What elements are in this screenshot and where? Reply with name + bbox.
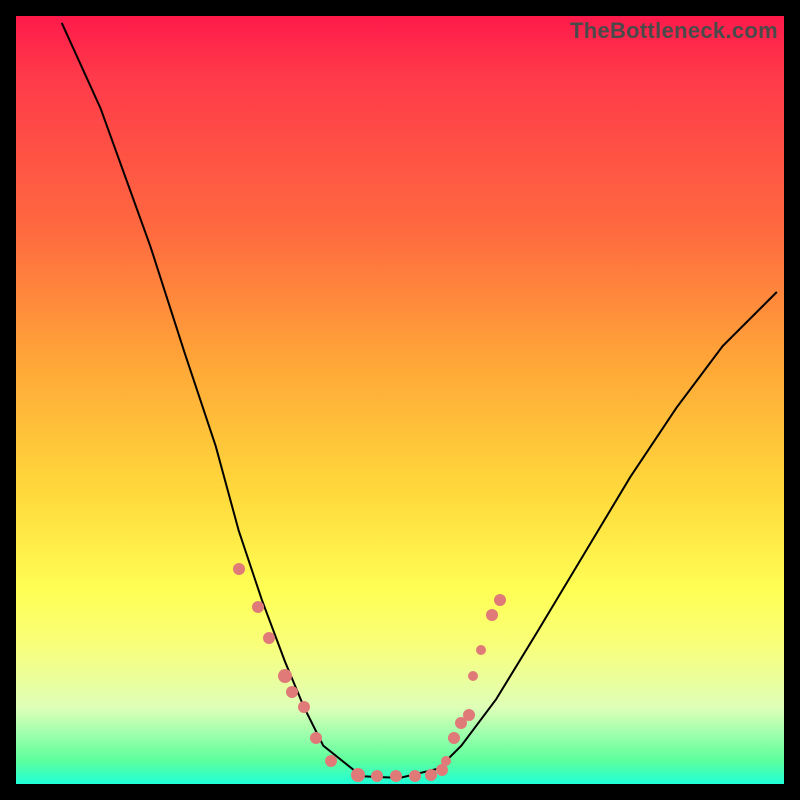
scatter-marker	[486, 609, 498, 621]
scatter-marker	[278, 669, 292, 683]
scatter-marker	[441, 756, 451, 766]
watermark-text: TheBottleneck.com	[570, 18, 778, 44]
scatter-marker	[468, 671, 478, 681]
scatter-marker	[436, 764, 448, 776]
scatter-marker	[494, 594, 506, 606]
scatter-marker	[325, 755, 337, 767]
scatter-marker	[425, 769, 437, 781]
scatter-marker	[476, 645, 486, 655]
scatter-marker	[252, 601, 264, 613]
scatter-marker	[448, 732, 460, 744]
scatter-marker	[409, 770, 421, 782]
scatter-marker	[298, 701, 310, 713]
scatter-marker	[371, 770, 383, 782]
scatter-marker	[310, 732, 322, 744]
scatter-marker	[351, 768, 365, 782]
scatter-marker	[233, 563, 245, 575]
chart-gradient-background	[16, 16, 784, 784]
chart-frame: TheBottleneck.com	[16, 16, 784, 784]
scatter-marker	[463, 709, 475, 721]
scatter-marker	[286, 686, 298, 698]
scatter-marker	[263, 632, 275, 644]
scatter-marker	[390, 770, 402, 782]
